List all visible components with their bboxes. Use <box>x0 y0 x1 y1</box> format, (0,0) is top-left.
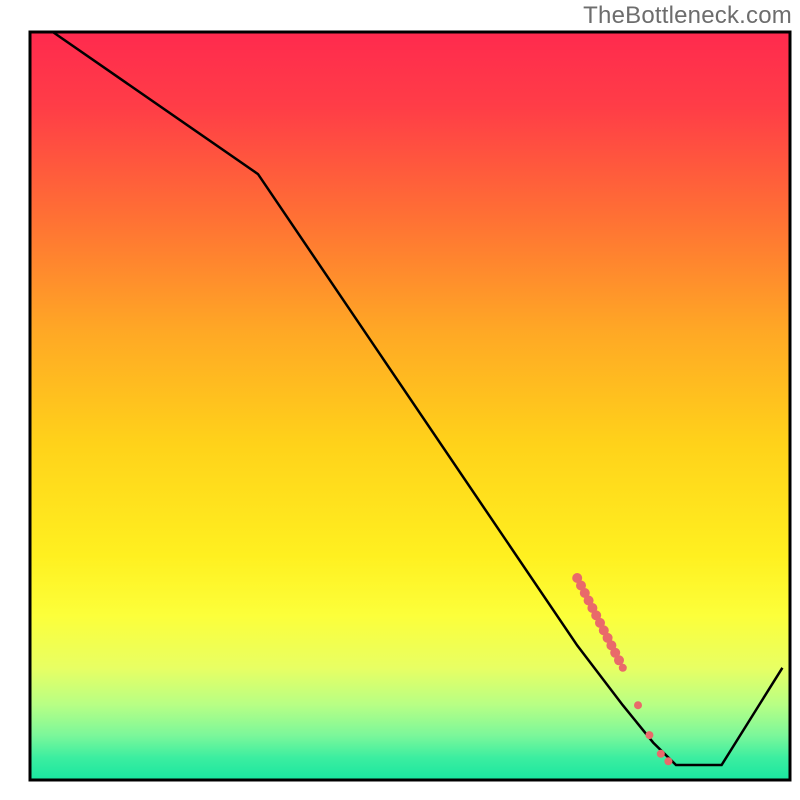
bottleneck-chart <box>0 0 800 800</box>
highlight-point <box>619 664 627 672</box>
highlight-point <box>614 655 624 665</box>
highlight-point <box>657 750 665 758</box>
plot-background <box>30 32 790 780</box>
watermark-text: TheBottleneck.com <box>583 2 792 30</box>
highlight-point <box>634 701 642 709</box>
highlight-point <box>664 757 672 765</box>
highlight-point <box>645 731 653 739</box>
chart-frame: TheBottleneck.com <box>0 0 800 800</box>
